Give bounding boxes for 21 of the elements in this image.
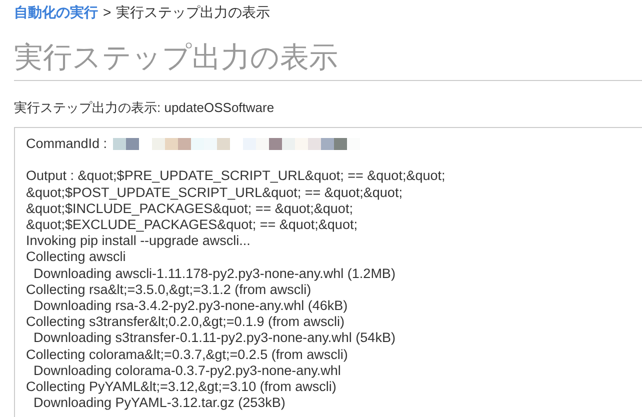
output-line: Output : &quot;$PRE_UPDATE_SCRIPT_URL&quot; == &quot;&quot; [26, 168, 446, 185]
output-line: Collecting awscli [26, 249, 127, 266]
output-line: Collecting rsa&lt;=3.5.0,&gt;=3.1.2 (from awscli) [26, 282, 312, 298]
output-line: Downloading rsa-3.4.2-py2.py3-none-any.whl (46kB) [32, 298, 349, 314]
output-label: 実行ステップ出力の表示: updateOSSoftware [14, 99, 276, 117]
output-line: &quot;$EXCLUDE_PACKAGES&quot; == &quot;&quot; [26, 217, 358, 234]
output-line: Downloading PyYAML-3.12.tar.gz (253kB) [32, 395, 286, 412]
breadcrumb-current: 実行ステップ出力の表示 [116, 4, 270, 22]
output-line: Invoking pip install --upgrade awscli... [26, 233, 252, 250]
command-id-label: CommandId : [26, 136, 108, 152]
output-line: Collecting PyYAML&lt;=3.12,&gt;=3.10 (from awscli) [26, 379, 338, 396]
page-title: 実行ステップ出力の表示 [14, 40, 642, 81]
output-line: &quot;$POST_UPDATE_SCRIPT_URL&quot; == &quot;&quot; [26, 184, 404, 201]
output-line: Collecting s3transfer&lt;0.2.0,&gt;=0.1.9 (from awscli) [26, 314, 346, 330]
output-line: &quot;$INCLUDE_PACKAGES&quot; == &quot;&quot; [26, 200, 354, 217]
breadcrumb-separator: > [103, 4, 112, 20]
output-line: Downloading s3transfer-0.1.11-py2.py3-none-any.whl (54kB) [32, 330, 396, 347]
output-line: Downloading colorama-0.3.7-py2.py3-none-any.whl [32, 362, 342, 380]
output-line: Collecting colorama&lt;=0.3.7,&gt;=0.2.5 (from awscli) [26, 346, 349, 363]
output-line: Downloading awscli-1.11.178-py2.py3-none-any.whl (1.2MB) [32, 266, 396, 282]
breadcrumb-link[interactable]: 自動化の実行 [14, 4, 98, 22]
